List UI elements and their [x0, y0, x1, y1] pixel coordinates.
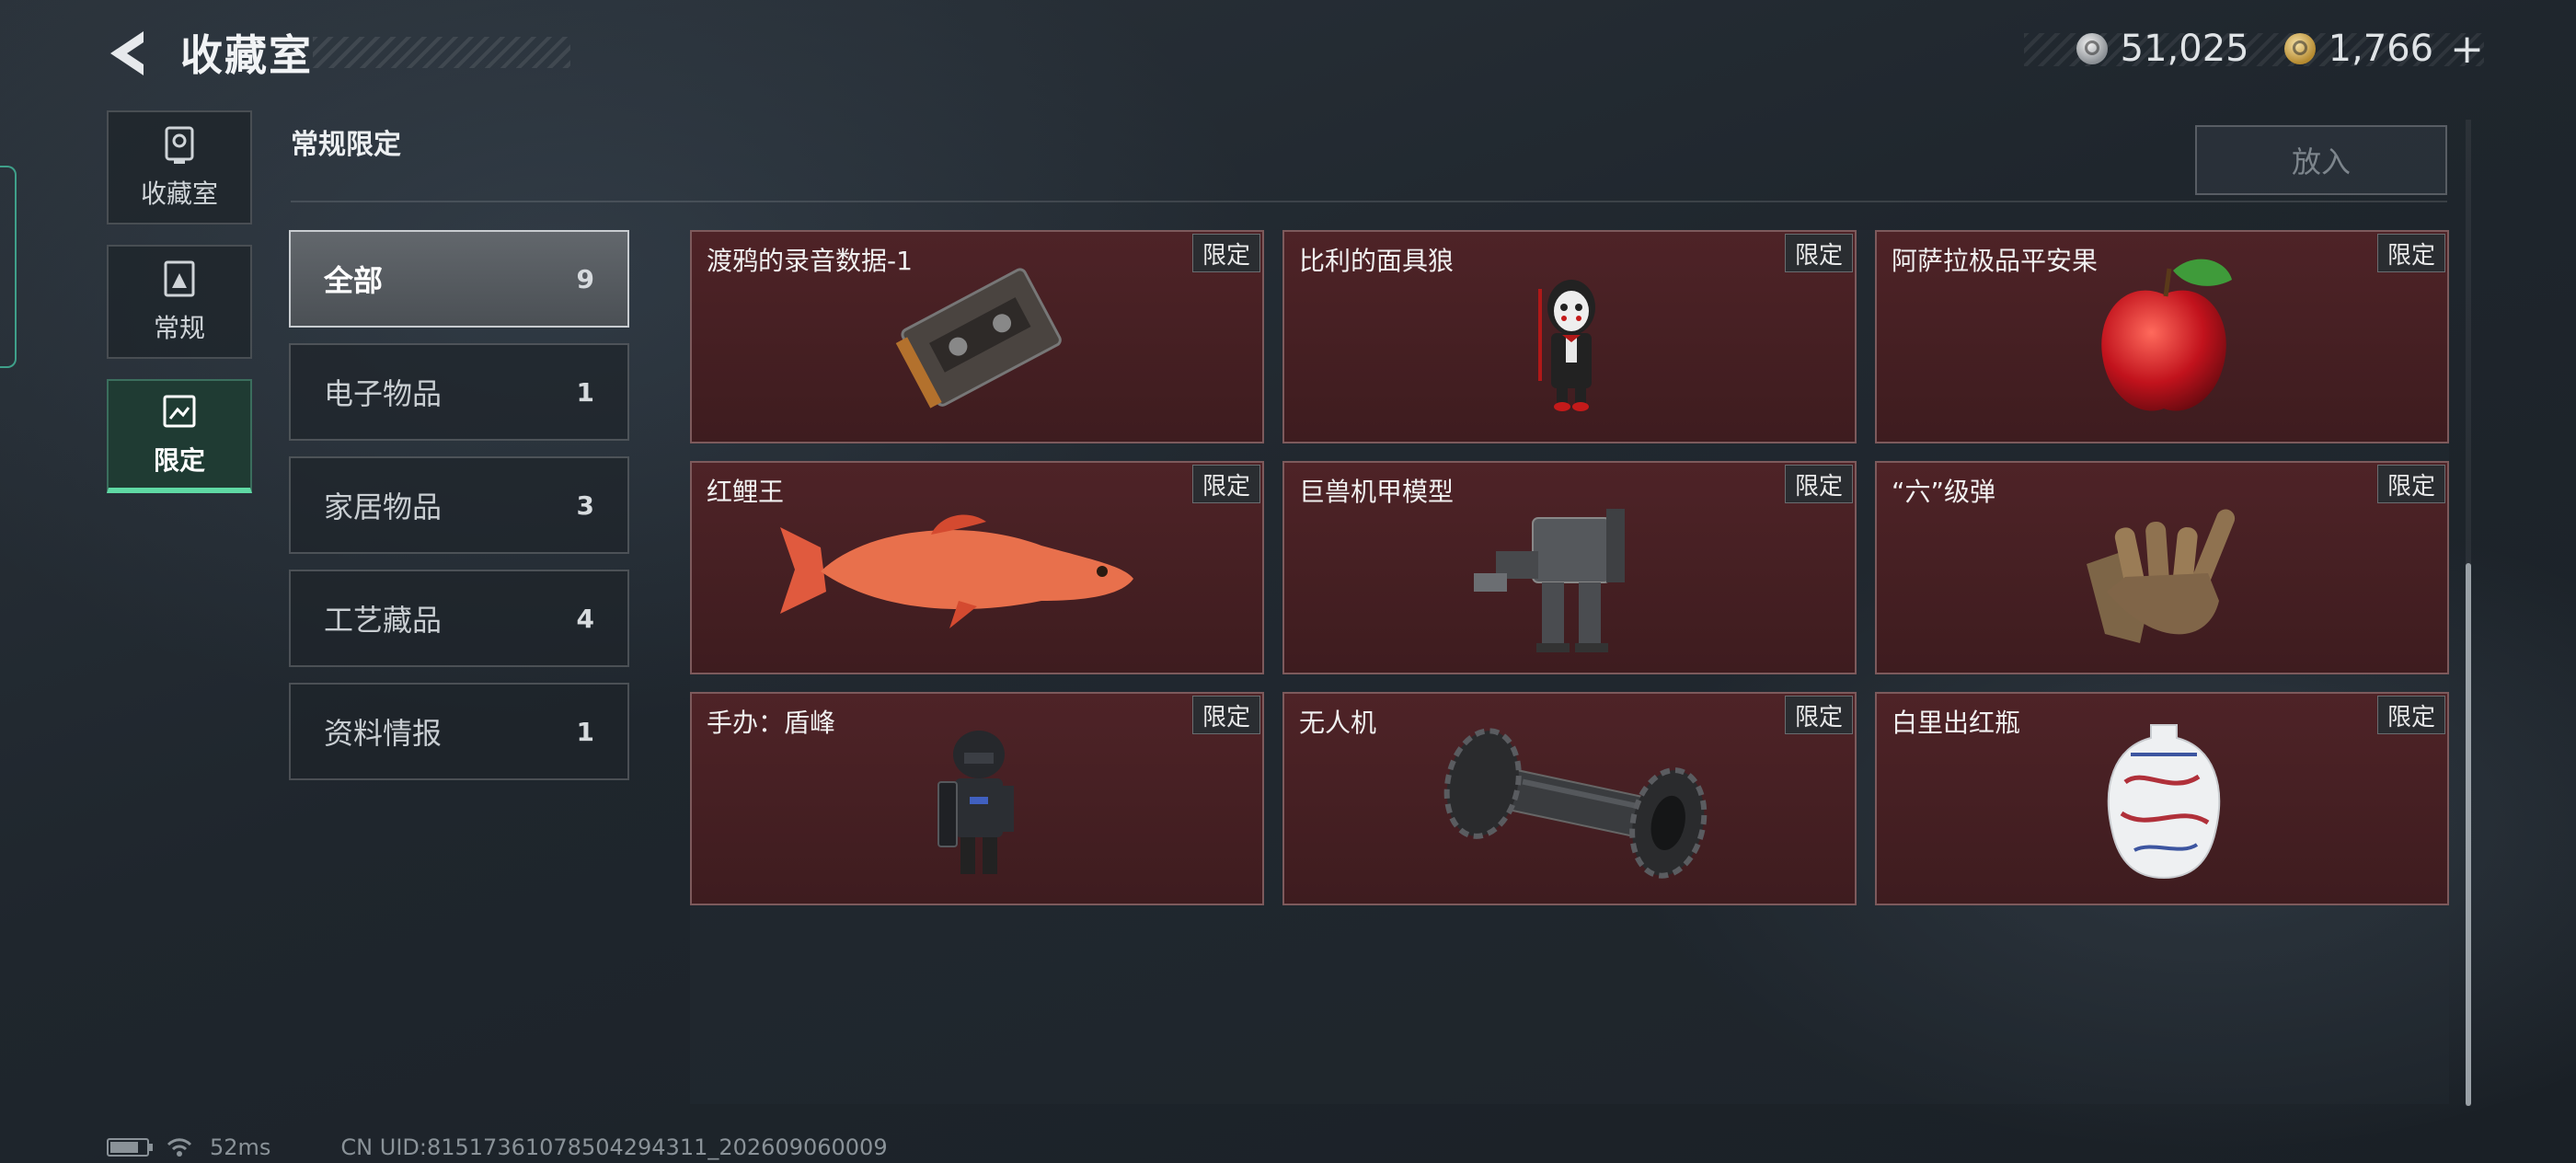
gold-coin-icon: [2283, 33, 2316, 64]
page-title: 收藏室: [180, 30, 313, 80]
filter-count: 3: [576, 489, 594, 521]
side-drawer-handle[interactable]: [0, 166, 17, 368]
rail-item-label: 收藏室: [140, 178, 218, 209]
user-uid: CN UID:81517361078504294311_202609060009: [340, 1134, 888, 1160]
status-bar: 52ms CN UID:81517361078504294311_2026090…: [107, 1134, 888, 1161]
filter-label: 全部: [324, 263, 384, 298]
item-name: 无人机: [1299, 708, 1377, 738]
item-name: 巨兽机甲模型: [1299, 477, 1455, 507]
silver-coin-icon: [2076, 33, 2108, 64]
rail-item-label: 限定: [153, 445, 205, 476]
filter-label: 家居物品: [324, 489, 443, 524]
item-card[interactable]: 渡鸦的录音数据-1 限定: [690, 230, 1264, 443]
silver-amount: 51,025: [2120, 28, 2249, 70]
scrollbar-thumb[interactable]: [2466, 563, 2471, 1106]
battery-icon: [107, 1138, 153, 1157]
item-grid: 渡鸦的录音数据-1 限定 比利的面具狼 限定 阿萨拉极品平安果 限定 红鲤王 限…: [690, 230, 2449, 1104]
limited-badge: 限定: [2376, 234, 2445, 272]
filter-label: 工艺藏品: [324, 603, 443, 638]
limited-badge: 限定: [1191, 234, 1260, 272]
currency-bar: 51,025 1,766 +: [2012, 26, 2484, 73]
item-card[interactable]: 阿萨拉极品平安果 限定: [1875, 230, 2449, 443]
filter-count: 1: [576, 376, 594, 408]
filter-crafts[interactable]: 工艺藏品 4: [289, 570, 629, 667]
category-filter-list: 全部 9 电子物品 1 家居物品 3 工艺藏品 4 资料情报 1: [289, 230, 629, 796]
gold-amount: 1,766: [2328, 28, 2434, 70]
filter-household[interactable]: 家居物品 3: [289, 456, 629, 554]
rail-item-regular[interactable]: 常规: [107, 245, 252, 359]
item-name: “六”级弹: [1892, 477, 1996, 507]
ping-value: 52ms: [210, 1134, 271, 1160]
item-card[interactable]: 红鲤王 限定: [690, 461, 1264, 674]
filter-count: 4: [576, 603, 594, 634]
rail-item-collection[interactable]: 收藏室: [107, 110, 252, 225]
item-name: 红鲤王: [707, 477, 785, 507]
item-card[interactable]: 手办：盾峰 限定: [690, 692, 1264, 905]
item-name: 手办：盾峰: [707, 708, 836, 738]
wifi-icon: [167, 1138, 192, 1157]
limited-badge: 限定: [2376, 465, 2445, 503]
top-bar: 收藏室 51,025 1,766 +: [0, 0, 2576, 101]
item-card[interactable]: 白里出红瓶 限定: [1875, 692, 2449, 905]
limited-badge: 限定: [2376, 696, 2445, 734]
item-name: 比利的面具狼: [1299, 246, 1455, 276]
filter-all[interactable]: 全部 9: [289, 230, 629, 328]
limited-badge: 限定: [1784, 465, 1853, 503]
limited-badge: 限定: [1784, 696, 1853, 734]
header-divider: [291, 201, 2447, 202]
item-card[interactable]: 比利的面具狼 限定: [1282, 230, 1857, 443]
filter-count: 1: [576, 716, 594, 747]
add-currency-button[interactable]: +: [2450, 26, 2484, 73]
image-icon: [163, 395, 196, 428]
trophy-icon: [165, 126, 194, 164]
rail-item-limited[interactable]: 限定: [107, 379, 252, 493]
item-name: 渡鸦的录音数据-1: [707, 246, 913, 276]
put-in-button[interactable]: 放入: [2195, 125, 2447, 195]
back-button[interactable]: [101, 26, 156, 81]
limited-badge: 限定: [1191, 696, 1260, 734]
filter-electronics[interactable]: 电子物品 1: [289, 343, 629, 441]
item-card[interactable]: 巨兽机甲模型 限定: [1282, 461, 1857, 674]
rail-item-label: 常规: [153, 313, 205, 343]
limited-badge: 限定: [1191, 465, 1260, 503]
filter-intel[interactable]: 资料情报 1: [289, 683, 629, 780]
section-title: 常规限定: [291, 129, 401, 161]
item-card[interactable]: “六”级弹 限定: [1875, 461, 2449, 674]
limited-badge: 限定: [1784, 234, 1853, 272]
item-name: 阿萨拉极品平安果: [1892, 246, 2099, 276]
filter-label: 资料情报: [324, 716, 443, 751]
left-nav-rail: 收藏室 常规 限定: [107, 110, 254, 513]
item-name: 白里出红瓶: [1892, 708, 2021, 738]
document-icon: [164, 260, 195, 297]
item-card[interactable]: 无人机 限定: [1282, 692, 1857, 905]
filter-label: 电子物品: [324, 376, 443, 411]
back-arrow-icon: [110, 31, 144, 75]
filter-count: 9: [576, 263, 594, 294]
title-decoration: [313, 37, 570, 68]
